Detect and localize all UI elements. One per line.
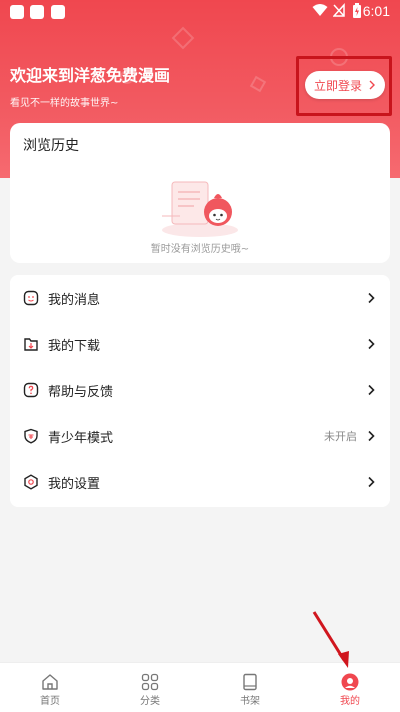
history-title: 浏览历史 bbox=[23, 138, 79, 154]
empty-history-illustration bbox=[162, 181, 238, 237]
history-card: 浏览历史 暂时没有浏览历史哦~ bbox=[10, 123, 390, 263]
category-icon bbox=[141, 673, 159, 691]
menu-item-downloads[interactable]: 我的下载 bbox=[10, 321, 390, 367]
chevron-right-icon bbox=[368, 338, 375, 350]
message-icon bbox=[23, 290, 39, 306]
settings-icon bbox=[24, 474, 38, 490]
chevron-right-icon bbox=[368, 430, 375, 442]
menu-item-label: 青少年模式 bbox=[48, 430, 114, 446]
menu-item-settings[interactable]: 我的设置 bbox=[10, 459, 390, 505]
tab-label: 书架 bbox=[240, 696, 260, 707]
download-icon bbox=[24, 338, 38, 351]
tab-label: 分类 bbox=[140, 696, 160, 707]
menu-item-teen-mode[interactable]: 青少年模式 未开启 bbox=[10, 413, 390, 459]
pointer-arrow-annotation bbox=[312, 611, 349, 668]
menu-item-label: 我的设置 bbox=[48, 476, 101, 492]
decoration-shape bbox=[171, 26, 195, 50]
decoration-shape bbox=[249, 75, 267, 93]
chevron-right-icon bbox=[368, 292, 375, 304]
menu-item-messages[interactable]: 我的消息 bbox=[10, 275, 390, 321]
status-time: 6:01 bbox=[362, 3, 390, 19]
notification-icon bbox=[30, 5, 44, 19]
empty-history-text: 暂时没有浏览历史哦~ bbox=[150, 244, 250, 255]
welcome-subtitle: 看见不一样的故事世界~ bbox=[10, 98, 119, 109]
menu-list: 我的消息 我的下载 帮助与反馈 青少年模式 未开启 我的设置 bbox=[10, 275, 390, 507]
menu-item-label: 我的消息 bbox=[48, 292, 101, 308]
bookshelf-icon bbox=[243, 673, 257, 691]
chevron-right-icon bbox=[368, 476, 375, 488]
menu-item-help-feedback[interactable]: 帮助与反馈 bbox=[10, 367, 390, 413]
signal-icon bbox=[333, 3, 345, 17]
tab-category[interactable]: 分类 bbox=[100, 663, 200, 712]
home-icon bbox=[42, 674, 58, 690]
status-bar: 6:01 bbox=[0, 0, 400, 24]
notification-icon bbox=[51, 5, 65, 19]
profile-icon bbox=[341, 673, 359, 691]
tab-label: 首页 bbox=[40, 696, 60, 707]
wifi-icon bbox=[312, 4, 328, 16]
welcome-title: 欢迎来到洋葱免费漫画 bbox=[10, 66, 171, 85]
help-icon bbox=[23, 382, 39, 398]
menu-item-label: 帮助与反馈 bbox=[48, 384, 114, 400]
chevron-right-icon bbox=[369, 80, 375, 90]
login-button[interactable]: 立即登录 bbox=[305, 71, 385, 99]
battery-icon bbox=[353, 3, 361, 18]
tab-label: 我的 bbox=[340, 696, 360, 707]
tab-home[interactable]: 首页 bbox=[0, 663, 100, 712]
teen-mode-status: 未开启 bbox=[324, 430, 357, 443]
login-button-label: 立即登录 bbox=[313, 78, 362, 93]
tab-bookshelf[interactable]: 书架 bbox=[200, 663, 300, 712]
menu-item-label: 我的下载 bbox=[48, 338, 101, 354]
shield-icon bbox=[24, 428, 38, 444]
chevron-right-icon bbox=[368, 384, 375, 396]
notification-icon bbox=[10, 5, 24, 19]
